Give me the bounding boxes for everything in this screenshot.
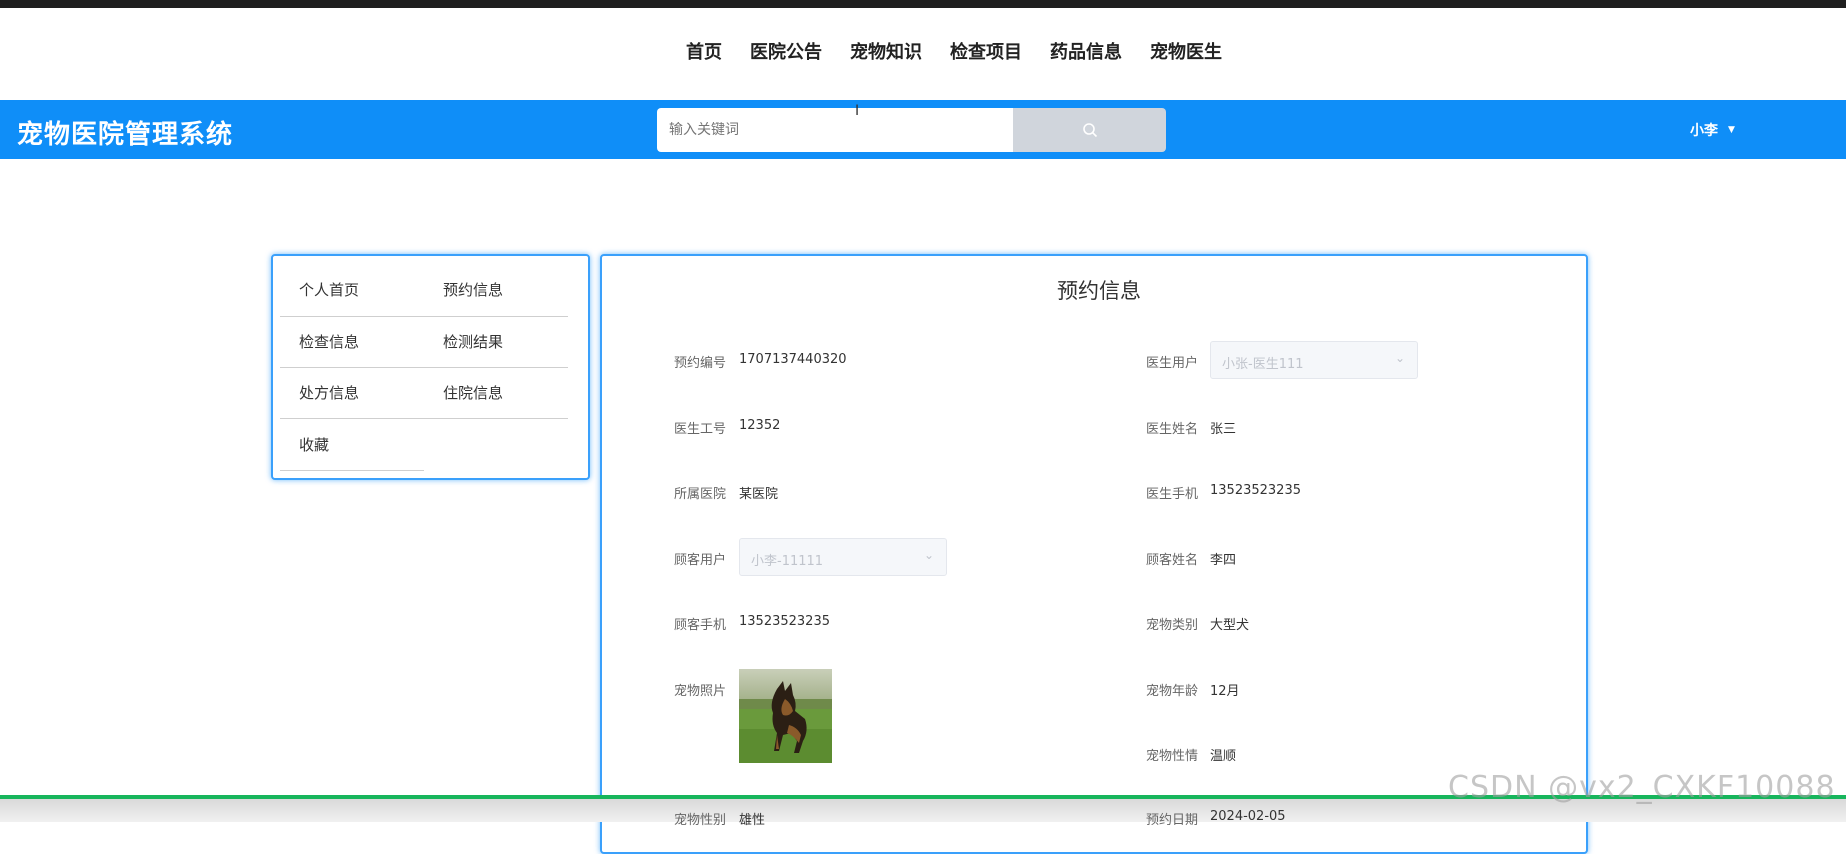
chevron-down-icon: ⌄ [923,548,934,562]
pet-temper-value: 温顺 [1210,749,1237,764]
hospital-label: 所属医院 [674,487,727,502]
user-menu[interactable]: 小李 ▼ [1690,120,1735,140]
doctor-user-label: 医生用户 [1146,356,1199,371]
appointment-no-label: 预约编号 [674,356,727,371]
pet-temper-label: 宠物性情 [1146,749,1199,764]
nav-item-announcements[interactable]: 医院公告 [750,38,822,64]
nav-item-doctors[interactable]: 宠物医生 [1150,38,1222,64]
doctor-user-value: 小张-医生111 [1222,357,1304,372]
doctor-id-value: 12352 [739,418,781,433]
customer-phone-label: 顾客手机 [674,618,727,633]
sidebar-item-test-results[interactable]: 检测结果 [443,331,503,352]
page-title: 预约信息 [1057,279,1141,303]
sidebar-item-prescriptions[interactable]: 处方信息 [299,382,359,403]
brand-title: 宠物医院管理系统 [17,120,234,150]
dog-photo-image [739,669,832,763]
pet-age-label: 宠物年龄 [1146,684,1199,699]
sidebar-item-appointments[interactable]: 预约信息 [443,279,503,300]
customer-user-select[interactable]: 小李-11111 ⌄ [739,538,947,576]
pet-photo-label: 宠物照片 [674,684,727,699]
sidebar-item-exams[interactable]: 检查信息 [299,331,359,352]
sidebar-divider [280,418,568,419]
sidebar-divider [280,470,424,471]
doctor-phone-value: 13523523235 [1210,483,1301,498]
pet-age-value: 12月 [1210,684,1240,699]
hospital-value: 某医院 [739,487,779,502]
doctor-user-select[interactable]: 小张-医生111 ⌄ [1210,341,1418,379]
appointment-date-label: 预约日期 [1146,813,1199,828]
customer-phone-value: 13523523235 [739,614,830,629]
window-top-bar [0,0,1846,8]
doctor-name-value: 张三 [1210,422,1237,437]
customer-user-label: 顾客用户 [674,553,727,568]
nav-item-pet-knowledge[interactable]: 宠物知识 [850,38,922,64]
sidebar-item-hospitalization[interactable]: 住院信息 [443,382,503,403]
pet-type-value: 大型犬 [1210,618,1250,633]
pet-gender-value: 雄性 [739,813,766,828]
sidebar-item-profile[interactable]: 个人首页 [299,279,359,300]
sidebar-item-favorites[interactable]: 收藏 [299,434,329,455]
doctor-id-label: 医生工号 [674,422,727,437]
sidebar-divider [280,316,568,317]
text-cursor-icon: I [855,103,860,119]
customer-user-value: 小李-11111 [751,554,824,569]
nav-item-exam-items[interactable]: 检查项目 [950,38,1022,64]
watermark: CSDN @vx2_CXKF10088 [1448,770,1836,805]
search-input[interactable] [669,122,999,138]
nav-item-medicine[interactable]: 药品信息 [1050,38,1122,64]
pet-gender-label: 宠物性别 [674,813,727,828]
search-button[interactable] [1013,108,1166,152]
appointment-no-value: 1707137440320 [739,352,847,367]
doctor-name-label: 医生姓名 [1146,422,1199,437]
pet-type-label: 宠物类别 [1146,618,1199,633]
customer-name-value: 李四 [1210,553,1237,568]
top-nav: 首页 医院公告 宠物知识 检查项目 药品信息 宠物医生 [686,38,1222,64]
nav-item-home[interactable]: 首页 [686,38,722,64]
chevron-down-icon: ⌄ [1394,351,1405,365]
chevron-down-icon: ▼ [1728,125,1735,135]
customer-name-label: 顾客姓名 [1146,553,1199,568]
pet-photo[interactable] [739,669,832,763]
sidebar-divider [280,367,568,368]
search-icon [1082,123,1097,138]
user-name: 小李 [1690,123,1718,139]
search-box [657,108,1014,152]
doctor-phone-label: 医生手机 [1146,487,1199,502]
